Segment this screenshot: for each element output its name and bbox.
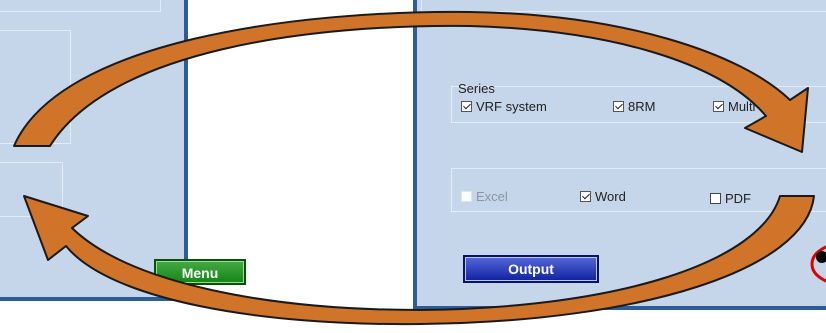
annotation-overlay: [13, 10, 826, 326]
return-curved-arrow-icon: [23, 195, 815, 326]
forward-curved-arrow-icon: [13, 10, 809, 153]
highlight-circle-icon: [810, 245, 826, 283]
